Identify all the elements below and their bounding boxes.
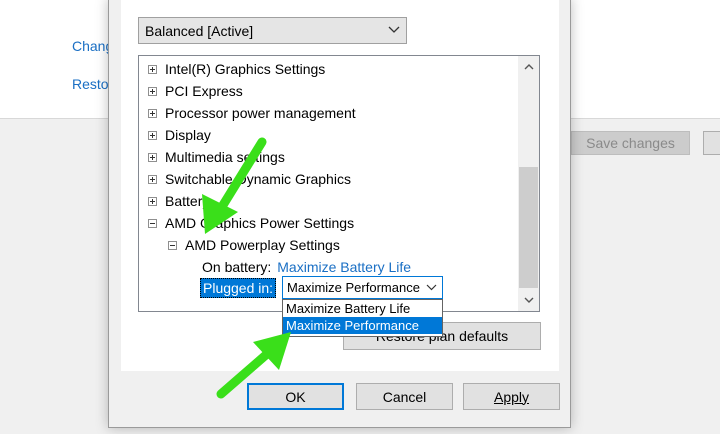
tree-scrollbar[interactable] (518, 56, 539, 311)
collapse-icon[interactable] (148, 218, 157, 228)
tree-item-label: Battery (165, 193, 210, 209)
chevron-down-icon (388, 26, 400, 33)
tree-item[interactable]: AMD Graphics Power Settings (148, 212, 354, 234)
scroll-down-icon[interactable] (518, 289, 539, 311)
tree-item[interactable]: Multimedia settings (148, 146, 285, 168)
tree-item-label: PCI Express (165, 83, 243, 99)
tree-item[interactable]: Battery (148, 190, 209, 212)
restore-link[interactable]: Resto (72, 76, 109, 92)
background-cancel-button[interactable] (703, 131, 720, 155)
save-changes-button[interactable]: Save changes (571, 131, 690, 155)
on-battery-label: On battery: (202, 259, 272, 275)
chevron-down-icon (426, 284, 437, 291)
plugged-in-label: Plugged in: (200, 278, 277, 298)
dropdown-option[interactable]: Maximize Battery Life (283, 300, 442, 317)
tree-item[interactable]: Processor power management (148, 102, 356, 124)
tree-item[interactable]: Intel(R) Graphics Settings (148, 58, 325, 80)
apply-button-label: Apply (493, 388, 530, 405)
plugged-in-dropdown-list: Maximize Battery Life Maximize Performanc… (282, 299, 443, 337)
plugged-in-select-value: Maximize Performance (287, 280, 420, 295)
tree-item[interactable]: AMD Powerplay Settings (168, 234, 340, 256)
tree-item-label: AMD Graphics Power Settings (165, 215, 355, 231)
tree-item-label: Multimedia settings (165, 149, 285, 165)
expand-icon[interactable] (148, 64, 157, 74)
expand-icon[interactable] (148, 108, 157, 118)
apply-button[interactable]: Apply (463, 383, 560, 410)
tree-item-label: Intel(R) Graphics Settings (165, 61, 326, 77)
tree-item-label: AMD Powerplay Settings (185, 237, 340, 253)
tree-item[interactable]: PCI Express (148, 80, 243, 102)
dropdown-option[interactable]: Maximize Performance (283, 317, 442, 334)
on-battery-value-link[interactable]: Maximize Battery Life (277, 259, 411, 275)
tree-item-label: Switchable Dynamic Graphics (165, 171, 351, 187)
plugged-in-select[interactable]: Maximize Performance (282, 276, 443, 299)
expand-icon[interactable] (148, 152, 157, 162)
scroll-thumb[interactable] (519, 167, 538, 288)
expand-icon[interactable] (148, 130, 157, 140)
collapse-icon[interactable] (168, 240, 177, 250)
expand-icon[interactable] (148, 174, 157, 184)
tree-item-label: Display (165, 127, 211, 143)
scroll-up-icon[interactable] (518, 56, 539, 78)
power-plan-select[interactable]: Balanced [Active] (138, 17, 407, 44)
expand-icon[interactable] (148, 86, 157, 96)
settings-tree[interactable]: Intel(R) Graphics Settings PCI Express Pro… (138, 55, 540, 312)
on-battery-setting[interactable]: On battery: Maximize Battery Life (202, 256, 411, 278)
expand-icon[interactable] (148, 196, 157, 206)
ok-button[interactable]: OK (247, 383, 344, 410)
tree-item[interactable]: Display (148, 124, 211, 146)
tree-item-label: Processor power management (165, 105, 356, 121)
tree-item[interactable]: Switchable Dynamic Graphics (148, 168, 351, 190)
cancel-button[interactable]: Cancel (356, 383, 453, 410)
power-plan-select-value: Balanced [Active] (145, 22, 254, 39)
plugged-in-setting[interactable]: Plugged in: (200, 277, 277, 299)
